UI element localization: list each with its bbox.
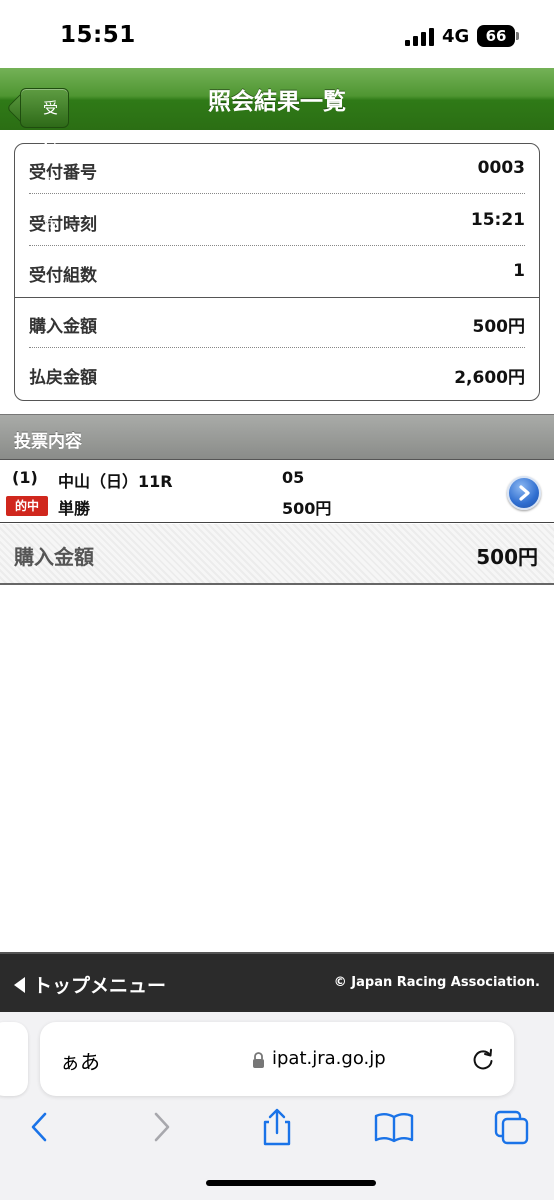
reader-options-button[interactable]: ぁあ [60, 1046, 100, 1075]
cellular-signal-icon [405, 28, 435, 46]
network-type: 4G [442, 26, 470, 47]
reload-icon[interactable] [470, 1046, 496, 1072]
summary-label: 受付番号 [29, 163, 97, 183]
bookmarks-icon[interactable] [372, 1106, 416, 1150]
back-triangle-icon [14, 977, 25, 993]
summary-row-receipt-number: 受付番号 0003 [29, 144, 525, 194]
forward-icon[interactable] [139, 1106, 183, 1150]
browser-toolbar [0, 1100, 554, 1160]
summary-row-receipt-time: 受付時刻 15:21 [29, 196, 525, 246]
browser-chrome: ぁあ ipat.jra.go.jp [0, 1012, 554, 1200]
section-header: 投票内容 [0, 414, 554, 460]
copyright: © Japan Racing Association. [333, 975, 540, 990]
page-title: 照会結果一覧 [208, 89, 346, 115]
bet-race: 中山（日）11R [58, 472, 173, 491]
section-title: 投票内容 [14, 432, 82, 452]
back-button[interactable]: 受付番号 [20, 88, 70, 231]
bet-type: 単勝 [58, 499, 91, 518]
total-row: 購入金額 500円 [0, 524, 554, 585]
back-icon[interactable] [18, 1106, 62, 1150]
bet-number: (1) [12, 468, 38, 487]
total-label: 購入金額 [14, 545, 94, 569]
battery-nub [516, 32, 519, 40]
status-bar: 15:51 4G 66 [0, 0, 554, 68]
tabs-icon[interactable] [490, 1106, 534, 1150]
summary-label: 受付時刻 [29, 215, 97, 235]
total-value: 500円 [476, 545, 538, 569]
summary-value: 0003 [477, 158, 525, 178]
detail-arrow-button[interactable] [507, 476, 541, 510]
hit-badge: 的中 [6, 496, 48, 516]
summary-label: 受付組数 [29, 266, 97, 286]
summary-value: 2,600円 [454, 368, 525, 388]
previous-tab-preview[interactable] [0, 1022, 28, 1096]
summary-value: 15:21 [470, 210, 525, 230]
app-header: 受付番号 照会結果一覧 [0, 68, 554, 231]
address-bar[interactable]: ぁあ ipat.jra.go.jp [40, 1022, 514, 1096]
summary-value: 500円 [472, 317, 526, 337]
bet-list-item[interactable]: (1) 中山（日）11R 05 的中 単勝 500円 [0, 460, 554, 523]
url-text: ipat.jra.go.jp [272, 1048, 386, 1069]
summary-row-purchase-amount: 購入金額 500円 [29, 298, 525, 348]
home-indicator[interactable] [206, 1180, 376, 1186]
top-menu-label: トップメニュー [33, 975, 167, 997]
battery-icon: 66 [477, 25, 515, 47]
status-time: 15:51 [60, 22, 136, 48]
footer-bar: トップメニュー © Japan Racing Association. [0, 952, 554, 1012]
summary-label: 払戻金額 [29, 368, 97, 388]
receipt-summary-card: 受付番号 0003 受付時刻 15:21 受付組数 1 購入金額 500円 払戻… [14, 143, 540, 401]
bet-amount: 500円 [282, 499, 332, 518]
top-menu-link[interactable]: トップメニュー [14, 971, 166, 998]
chevron-right-icon [519, 485, 530, 501]
share-icon[interactable] [255, 1106, 299, 1150]
summary-label: 購入金額 [29, 317, 97, 337]
summary-row-combination-count: 受付組数 1 [29, 247, 525, 297]
bet-selection: 05 [282, 468, 305, 487]
lock-icon [253, 1052, 264, 1068]
summary-row-payout-amount: 払戻金額 2,600円 [29, 349, 525, 399]
summary-value: 1 [513, 261, 525, 281]
